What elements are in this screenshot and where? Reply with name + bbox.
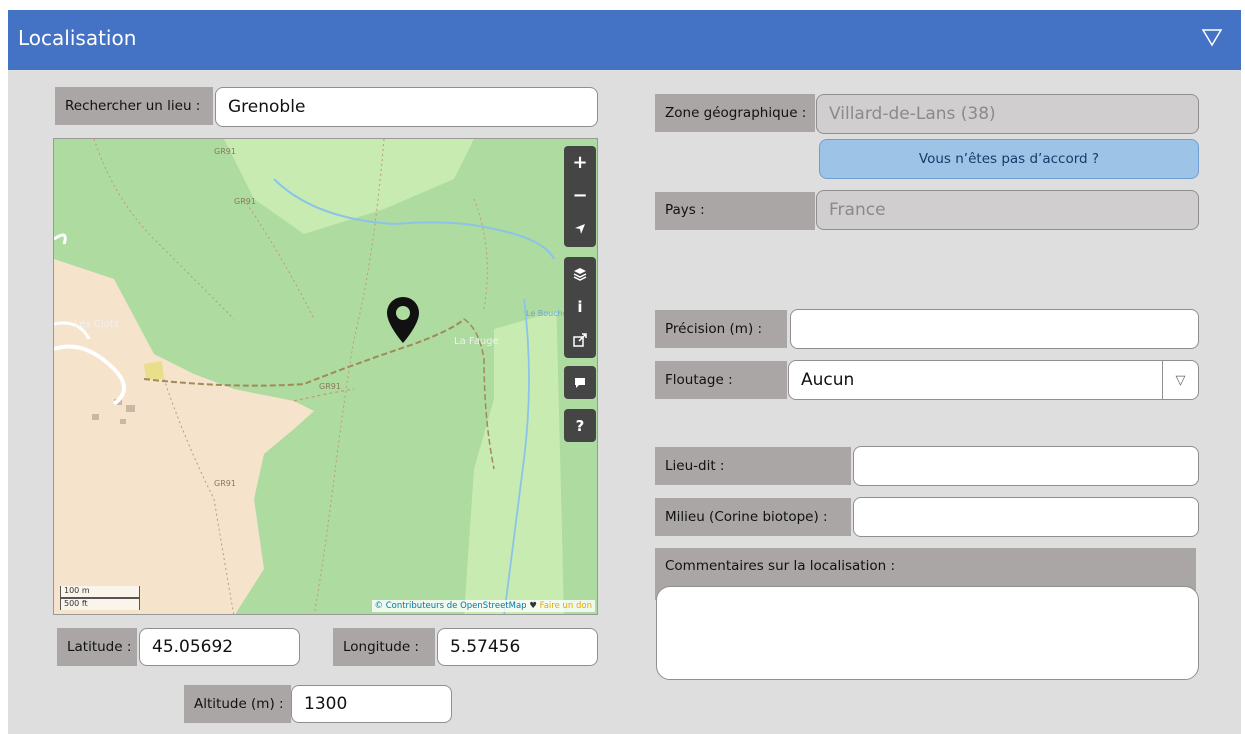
map-comment-control [564, 366, 596, 399]
lieu-dit-field[interactable] [853, 446, 1199, 486]
map-help-control: ? [564, 409, 596, 442]
map-scale-bar: 100 m 500 ft [60, 586, 140, 610]
donate-link[interactable]: Faire un don [540, 601, 592, 611]
search-place-field[interactable] [215, 87, 598, 127]
precision-input[interactable] [803, 319, 1198, 339]
latitude-field[interactable] [139, 628, 300, 666]
zoom-out-button[interactable]: − [564, 179, 596, 212]
country-label: Pays : [655, 192, 815, 230]
latitude-label: Latitude : [57, 628, 137, 666]
lieu-dit-input[interactable] [866, 456, 1198, 476]
zone-value: Villard-de-Lans (38) [829, 104, 996, 124]
info-button[interactable]: i [564, 290, 596, 323]
floutage-value: Aucun [801, 370, 855, 390]
map-tiles [54, 139, 597, 614]
map-view[interactable]: Les Clots La Fauge GR91 GR91 GR91 GR91 L… [53, 138, 598, 615]
country-value: France [829, 200, 886, 220]
disagree-button[interactable]: Vous n’êtes pas d’accord ? [819, 139, 1199, 179]
altitude-input[interactable] [304, 694, 451, 714]
map-road-label: GR91 [214, 479, 236, 488]
help-button[interactable]: ? [564, 409, 596, 442]
map-layer-controls: i [564, 257, 596, 358]
collapse-triangle-icon[interactable] [1201, 26, 1223, 48]
search-place-input[interactable] [228, 97, 597, 117]
map-road-label: GR91 [234, 197, 256, 206]
map-attribution: © Contributeurs de OpenStreetMap ♥ Faire… [371, 600, 595, 612]
zone-field: Villard-de-Lans (38) [816, 94, 1199, 134]
longitude-field[interactable] [437, 628, 598, 666]
search-label: Rechercher un lieu : [55, 87, 213, 125]
milieu-input[interactable] [866, 507, 1198, 527]
latitude-input[interactable] [152, 637, 299, 657]
map-place-label: Les Clots [74, 319, 119, 330]
altitude-field[interactable] [291, 685, 452, 723]
floutage-label: Floutage : [655, 361, 787, 399]
locate-arrow-icon[interactable] [564, 212, 596, 245]
longitude-label: Longitude : [333, 628, 435, 666]
comment-icon[interactable] [564, 366, 596, 399]
country-field: France [816, 190, 1199, 230]
share-icon[interactable] [564, 323, 596, 356]
zone-label: Zone géographique : [655, 94, 815, 132]
precision-field[interactable] [790, 309, 1199, 349]
heart-icon: ♥ [529, 601, 537, 611]
map-place-label: La Fauge [454, 336, 499, 347]
milieu-label: Milieu (Corine biotope) : [655, 498, 851, 536]
map-road-label: GR91 [319, 382, 341, 391]
milieu-field[interactable] [853, 497, 1199, 537]
zoom-in-button[interactable]: + [564, 146, 596, 179]
precision-label: Précision (m) : [655, 310, 787, 348]
section-header[interactable]: Localisation [8, 10, 1241, 70]
lieu-dit-label: Lieu-dit : [655, 447, 851, 485]
floutage-select[interactable]: Aucun [788, 360, 1199, 400]
layers-icon[interactable] [564, 257, 596, 290]
attribution-credit[interactable]: © Contributeurs de OpenStreetMap [375, 601, 527, 611]
map-road-label: GR91 [214, 147, 236, 156]
map-pin-icon[interactable] [387, 297, 419, 343]
comments-textarea[interactable] [656, 586, 1199, 680]
map-zoom-controls: + − [564, 146, 596, 247]
scale-imperial: 500 ft [60, 598, 140, 610]
section-title: Localisation [18, 26, 137, 50]
altitude-label: Altitude (m) : [184, 685, 291, 723]
scale-metric: 100 m [60, 586, 140, 598]
longitude-input[interactable] [450, 637, 597, 657]
dropdown-arrow-icon[interactable]: ▽ [1162, 361, 1198, 399]
